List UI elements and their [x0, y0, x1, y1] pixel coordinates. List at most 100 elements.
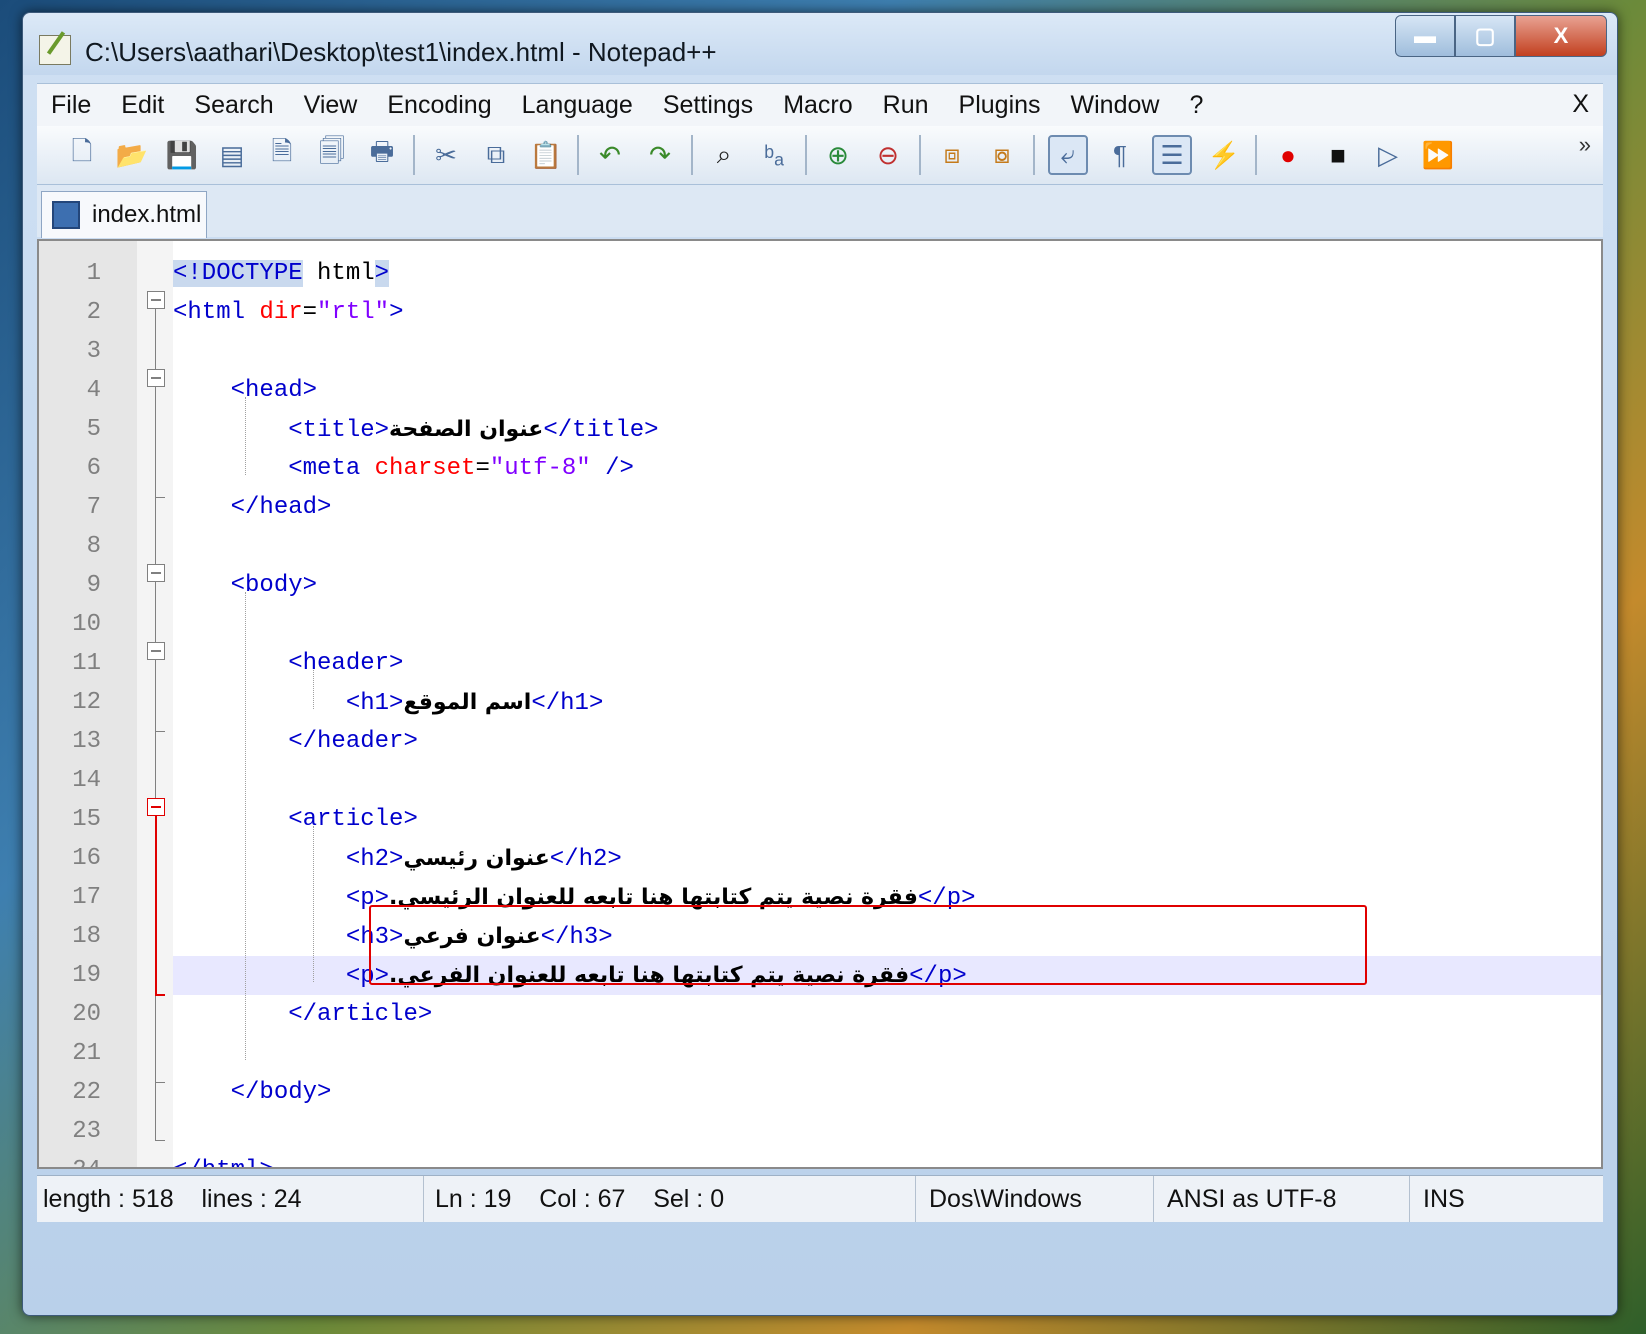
sync-vertical-icon[interactable]: ⧈ — [934, 137, 970, 173]
menu-settings[interactable]: Settings — [663, 91, 753, 120]
line-number: 1 — [86, 260, 101, 287]
zoom-out-icon[interactable]: ⊖ — [870, 137, 906, 173]
menu-macro[interactable]: Macro — [783, 91, 852, 120]
saved-file-icon — [52, 201, 80, 229]
menu-language[interactable]: Language — [522, 91, 633, 120]
word-wrap-icon[interactable]: ⤶ — [1048, 135, 1088, 175]
code-line[interactable]: 3 — [39, 332, 1601, 371]
status-eol[interactable]: Dos\Windows — [923, 1176, 1154, 1222]
undo-icon[interactable]: ↶ — [592, 137, 628, 173]
code-line[interactable]: 11 <header> — [39, 644, 1601, 683]
tab-index-html[interactable]: index.html — [41, 191, 207, 238]
line-number: 6 — [86, 455, 101, 482]
line-number: 21 — [72, 1040, 101, 1067]
status-ln: Ln : 19 — [435, 1185, 512, 1213]
code-line[interactable]: 4 <head> — [39, 371, 1601, 410]
fold-toggle-html[interactable] — [147, 291, 165, 309]
line-code: <article> — [288, 806, 418, 833]
line-number: 3 — [86, 338, 101, 365]
user-defined-language-icon[interactable]: ⚡ — [1206, 137, 1242, 173]
code-editor[interactable]: 1 <!DOCTYPE html> 2 <html dir="rtl"> 3 4 <hea… — [37, 239, 1603, 1169]
code-line[interactable]: 15 <article> — [39, 800, 1601, 839]
title-bar[interactable]: C:\Users\aathari\Desktop\test1\index.htm… — [23, 13, 1617, 75]
menu-view[interactable]: View — [304, 91, 358, 120]
menu-help[interactable]: ? — [1189, 91, 1203, 120]
line-number: 20 — [72, 1001, 101, 1028]
cut-icon[interactable]: ✂ — [428, 137, 464, 173]
copy-icon[interactable]: ⧉ — [478, 137, 514, 173]
minimize-button[interactable]: ▬ — [1395, 15, 1455, 57]
code-line[interactable]: 2 <html dir="rtl"> — [39, 293, 1601, 332]
save-all-icon[interactable]: ▤ — [214, 137, 250, 173]
code-line[interactable]: 6 <meta charset="utf-8" /> — [39, 449, 1601, 488]
show-all-chars-icon[interactable]: ¶ — [1102, 137, 1138, 173]
code-line[interactable]: 12 <h1>اسم الموقع</h1> — [39, 683, 1601, 722]
line-number: 9 — [86, 572, 101, 599]
print-icon[interactable]: 🖶 — [364, 136, 400, 173]
close-document-button[interactable]: X — [1572, 90, 1589, 119]
line-number: 8 — [86, 533, 101, 560]
line-number: 5 — [86, 416, 101, 443]
fold-line-html — [155, 308, 156, 1140]
zoom-in-icon[interactable]: ⊕ — [820, 137, 856, 173]
stop-recording-icon[interactable]: ■ — [1320, 137, 1356, 173]
code-line[interactable]: 21 — [39, 1034, 1601, 1073]
paste-icon[interactable]: 📋 — [528, 137, 564, 173]
sync-horizontal-icon[interactable]: ⧇ — [984, 137, 1020, 173]
close-icon[interactable]: 🗎 — [264, 136, 300, 173]
close-button[interactable]: X — [1515, 15, 1607, 57]
redo-icon[interactable]: ↷ — [642, 137, 678, 173]
code-line[interactable]: 23 — [39, 1112, 1601, 1151]
replace-icon[interactable]: ᵇₐ — [756, 137, 792, 173]
code-line[interactable]: 20 </article> — [39, 995, 1601, 1034]
code-line[interactable]: 1 <!DOCTYPE html> — [39, 254, 1601, 293]
code-line[interactable]: 24 </html> — [39, 1151, 1601, 1167]
close-all-icon[interactable]: 🗐 — [314, 136, 350, 173]
notepad-app-icon[interactable] — [39, 35, 71, 65]
status-encoding[interactable]: ANSI as UTF-8 — [1161, 1176, 1410, 1222]
code-line[interactable]: 22 </body> — [39, 1073, 1601, 1112]
code-line[interactable]: 10 — [39, 605, 1601, 644]
tab-strip: index.html — [37, 185, 1603, 238]
fold-end-article — [155, 994, 165, 996]
record-macro-icon[interactable]: ● — [1270, 137, 1306, 173]
indent-guide-icon[interactable]: ☰ — [1152, 135, 1192, 175]
menu-run[interactable]: Run — [883, 91, 929, 120]
line-code: </body> — [230, 1079, 332, 1106]
indent-guide — [245, 592, 246, 1060]
menu-edit[interactable]: Edit — [121, 91, 164, 120]
toolbar-separator — [805, 135, 807, 175]
status-bar: length : 518 lines : 24 Ln : 19 Col : 67… — [37, 1175, 1603, 1222]
play-macro-icon[interactable]: ▷ — [1370, 137, 1406, 173]
status-length: length : 518 — [43, 1185, 174, 1213]
fold-toggle-head[interactable] — [147, 369, 165, 387]
code-line[interactable]: 13 </header> — [39, 722, 1601, 761]
toolbar-separator — [413, 135, 415, 175]
new-file-icon[interactable]: 🗋 — [64, 136, 100, 173]
open-file-icon[interactable]: 📂 — [114, 137, 150, 173]
code-line[interactable]: 8 — [39, 527, 1601, 566]
toolbar: 🗋 📂 💾 ▤ 🗎 🗐 🖶 ✂ ⧉ 📋 ↶ ↷ ⌕ ᵇₐ ⊕ ⊖ ⧈ ⧇ ⤶ ¶… — [37, 126, 1603, 185]
code-line[interactable]: 9 <body> — [39, 566, 1601, 605]
fold-toggle-article[interactable] — [147, 798, 165, 816]
status-insert-mode[interactable]: INS — [1417, 1176, 1483, 1222]
menu-file[interactable]: File — [51, 91, 91, 120]
menu-window[interactable]: Window — [1071, 91, 1160, 120]
toolbar-overflow-icon[interactable]: » — [1579, 132, 1591, 158]
code-line[interactable]: 5 <title>عنوان الصفحة</title> — [39, 410, 1601, 449]
code-line[interactable]: 7 </head> — [39, 488, 1601, 527]
find-icon[interactable]: ⌕ — [706, 137, 742, 173]
code-line[interactable]: 16 <h2>عنوان رئيسي</h2> — [39, 839, 1601, 878]
maximize-button[interactable]: ▢ — [1455, 15, 1515, 57]
save-icon[interactable]: 💾 — [164, 137, 200, 173]
fold-toggle-header[interactable] — [147, 642, 165, 660]
fold-toggle-body[interactable] — [147, 564, 165, 582]
run-macro-multiple-icon[interactable]: ⏩ — [1420, 137, 1456, 173]
line-code: </article> — [288, 1001, 433, 1028]
menu-plugins[interactable]: Plugins — [959, 91, 1041, 120]
menu-encoding[interactable]: Encoding — [387, 91, 491, 120]
line-number: 16 — [72, 845, 101, 872]
menu-search[interactable]: Search — [194, 91, 273, 120]
fold-end-html — [155, 1140, 165, 1141]
code-line[interactable]: 14 — [39, 761, 1601, 800]
